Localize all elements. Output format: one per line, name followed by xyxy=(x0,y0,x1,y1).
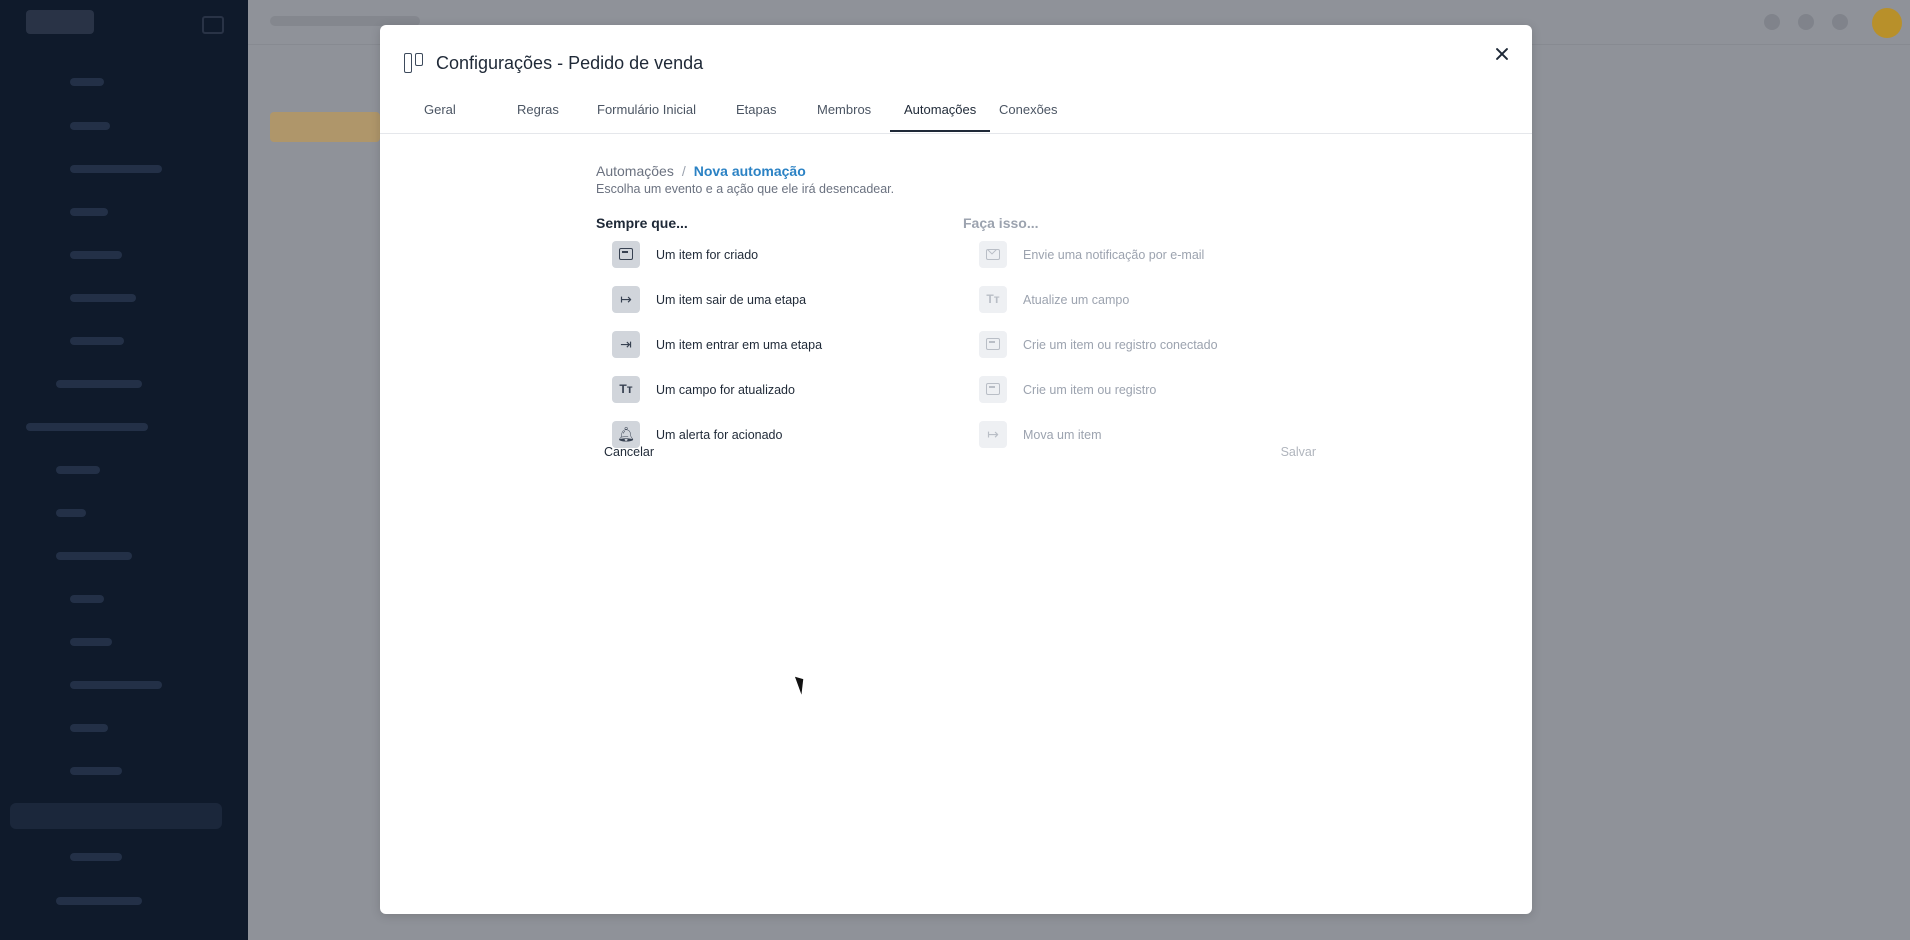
modal-header: Configurações - Pedido de venda xyxy=(404,49,703,77)
topbar-icon xyxy=(1764,14,1780,30)
save-button[interactable]: Salvar xyxy=(1281,445,1316,459)
sidebar-item xyxy=(26,423,148,431)
sidebar-item xyxy=(56,897,142,905)
action-label: Crie um item ou registro xyxy=(1023,382,1157,397)
topbar-icon xyxy=(1832,14,1848,30)
page-subtitle: Escolha um evento e a ação que ele irá d… xyxy=(596,182,895,196)
tab-automacoes[interactable]: Automações xyxy=(890,99,991,132)
editor-footer: Cancelar Salvar xyxy=(596,445,1316,465)
action-create-record[interactable]: Crie um item ou registro xyxy=(979,376,1323,403)
tab-formulario-inicial[interactable]: Formulário Inicial xyxy=(583,99,710,132)
tab-etapas[interactable]: Etapas xyxy=(722,99,790,132)
sidebar-item xyxy=(70,165,162,173)
trigger-item-enter-stage[interactable]: ⇥ Um item entrar em uma etapa xyxy=(612,331,956,358)
sidebar-item xyxy=(70,251,122,259)
triggers-column: Sempre que... Um item for criado ↦ Um it… xyxy=(596,215,956,466)
sidebar-item xyxy=(56,466,100,474)
action-update-field[interactable]: Tт Atualize um campo xyxy=(979,286,1323,313)
action-label: Crie um item ou registro conectado xyxy=(1023,337,1218,352)
modal-title: Configurações - Pedido de venda xyxy=(436,52,704,73)
automation-editor: Automações / Nova automação Escolha um e… xyxy=(596,163,1316,459)
sidebar-item xyxy=(70,337,124,345)
sidebar-item-active xyxy=(10,803,222,829)
card-icon xyxy=(612,241,640,268)
background-banner xyxy=(270,112,380,142)
pipe-icon xyxy=(404,52,426,74)
trigger-field-updated[interactable]: Tт Um campo for atualizado xyxy=(612,376,956,403)
sidebar-item xyxy=(70,595,104,603)
cancel-button[interactable]: Cancelar xyxy=(604,445,654,459)
tab-geral[interactable]: Geral xyxy=(410,99,470,132)
move-icon: ↦ xyxy=(979,421,1007,448)
sidebar-item xyxy=(70,724,108,732)
sidebar-item xyxy=(56,380,142,388)
enter-icon: ⇥ xyxy=(612,331,640,358)
action-send-email[interactable]: Envie uma notificação por e-mail xyxy=(979,241,1323,268)
sidebar-item xyxy=(70,638,112,646)
action-label: Mova um item xyxy=(1023,427,1102,442)
settings-modal: Configurações - Pedido de venda Geral Re… xyxy=(380,25,1532,914)
trigger-label: Um alerta for acionado xyxy=(656,427,783,442)
trigger-label: Um item for criado xyxy=(656,247,759,262)
card-icon xyxy=(979,376,1007,403)
actions-title: Faça isso... xyxy=(963,215,1039,231)
trigger-label: Um campo for atualizado xyxy=(656,382,795,397)
sidebar-item xyxy=(70,767,122,775)
triggers-title: Sempre que... xyxy=(596,215,688,231)
breadcrumb-automacoes[interactable]: Automações xyxy=(596,163,674,179)
sidebar-item xyxy=(56,509,86,517)
sidebar-item xyxy=(70,78,104,86)
sidebar-item xyxy=(70,294,136,302)
app-logo xyxy=(26,10,94,34)
topbar-icon xyxy=(1798,14,1814,30)
mail-icon xyxy=(979,241,1007,268)
breadcrumb-separator: / xyxy=(681,163,686,179)
actions-column: Faça isso... Envie uma notificação por e… xyxy=(963,215,1323,466)
sidebar-item xyxy=(70,122,110,130)
sidebar-item xyxy=(70,681,162,689)
action-create-connected-record[interactable]: Crie um item ou registro conectado xyxy=(979,331,1323,358)
sidebar-collapse-icon xyxy=(202,16,224,34)
trigger-alert-fired[interactable]: 🔔︎ Um alerta for acionado xyxy=(612,421,956,448)
avatar xyxy=(1872,8,1902,38)
bell-icon: 🔔︎ xyxy=(612,421,640,448)
action-label: Atualize um campo xyxy=(1023,292,1130,307)
text-field-icon: Tт xyxy=(612,376,640,403)
tab-conexoes[interactable]: Conexões xyxy=(985,99,1072,132)
tab-regras[interactable]: Regras xyxy=(503,99,573,132)
breadcrumb: Automações / Nova automação xyxy=(596,163,1316,179)
sidebar-item xyxy=(70,208,108,216)
sidebar-item xyxy=(70,853,122,861)
trigger-label: Um item entrar em uma etapa xyxy=(656,337,823,352)
trigger-item-exit-stage[interactable]: ↦ Um item sair de uma etapa xyxy=(612,286,956,313)
breadcrumb-current: Nova automação xyxy=(693,163,806,179)
close-icon[interactable] xyxy=(1490,42,1514,66)
text-field-icon: Tт xyxy=(979,286,1007,313)
card-icon xyxy=(979,331,1007,358)
action-move-item[interactable]: ↦ Mova um item xyxy=(979,421,1323,448)
settings-tabs: Geral Regras Formulário Inicial Etapas M… xyxy=(380,99,1532,134)
sidebar-item xyxy=(56,552,132,560)
tab-membros[interactable]: Membros xyxy=(803,99,885,132)
trigger-label: Um item sair de uma etapa xyxy=(656,292,807,307)
exit-icon: ↦ xyxy=(612,286,640,313)
action-label: Envie uma notificação por e-mail xyxy=(1023,247,1205,262)
trigger-item-created[interactable]: Um item for criado xyxy=(612,241,956,268)
app-sidebar xyxy=(0,0,248,940)
